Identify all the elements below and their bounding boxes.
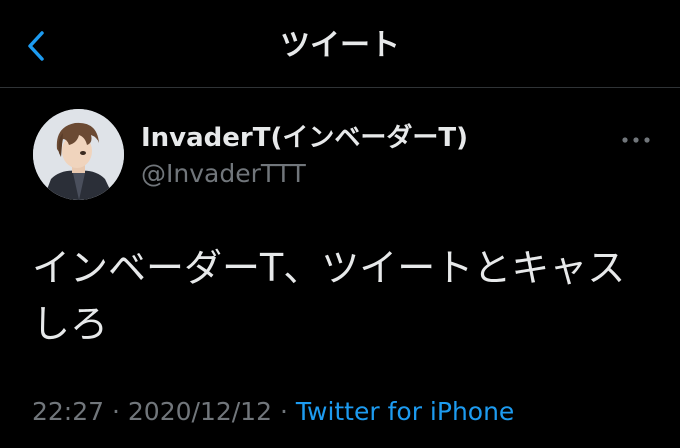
tweet-date: 2020/12/12 <box>127 397 272 426</box>
display-name[interactable]: InvaderT(インベーダーT) <box>141 122 468 154</box>
page-title: ツイート <box>280 28 400 63</box>
top-bar: ツイート <box>0 0 680 88</box>
meta-separator: · <box>279 397 288 426</box>
meta-separator: · <box>112 397 120 426</box>
more-horizontal-icon <box>622 137 650 143</box>
more-button[interactable] <box>616 128 656 152</box>
tweet-source-link[interactable]: Twitter for iPhone <box>296 397 514 426</box>
tweet-time: 22:27 <box>32 397 105 426</box>
avatar-image <box>33 109 124 200</box>
tweet-meta: 22:27 · 2020/12/12 · Twitter for iPhone <box>32 394 514 430</box>
user-handle[interactable]: @InvaderTTT <box>141 158 306 190</box>
tweet-text: インベーダーT、ツイートとキャスしろ <box>32 246 626 346</box>
avatar[interactable] <box>33 109 124 200</box>
